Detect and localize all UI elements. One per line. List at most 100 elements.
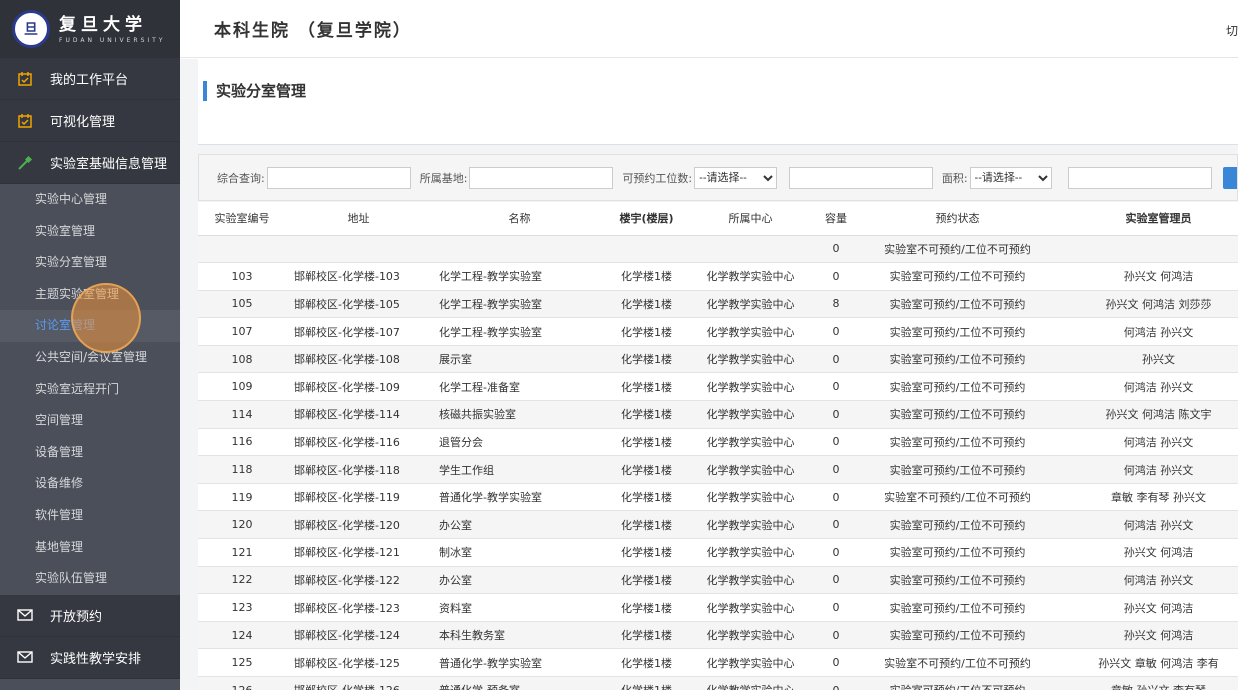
column-header[interactable]: 名称 <box>431 202 608 236</box>
table-row[interactable]: 116 邯郸校区-化学楼-116 退管分会 化学楼1楼 化学教学实验中心 0 实验室可预约/… <box>198 428 1238 457</box>
table-cell: 展示室 <box>431 345 608 374</box>
table-row[interactable]: 0 实验室不可预约/工位不可预约 <box>198 235 1238 264</box>
table-cell: 孙兴文 何鸿洁 刘莎莎 <box>1059 290 1238 319</box>
table-cell: 邯郸校区-化学楼-120 <box>286 510 431 540</box>
base-input[interactable] <box>469 166 614 189</box>
table-cell: 0 <box>816 345 856 374</box>
table-cell <box>685 235 816 264</box>
table-cell: 实验室可预约/工位不可预约 <box>856 290 1059 319</box>
table-row[interactable]: 124 邯郸校区-化学楼-124 本科生教务室 化学楼1楼 化学教学实验中心 0 实验室可预… <box>198 621 1238 650</box>
search-button[interactable] <box>1223 166 1237 189</box>
table-cell: 化学楼1楼 <box>608 483 685 512</box>
table-cell: 孙兴文 何鸿洁 陈文宇 <box>1059 400 1238 429</box>
column-header[interactable]: 楼宇(楼层) <box>608 202 685 236</box>
table-cell: 何鸿洁 孙兴文 <box>1059 455 1238 484</box>
table-row[interactable]: 122 邯郸校区-化学楼-122 办公室 化学楼1楼 化学教学实验中心 0 实验室可预约/工… <box>198 566 1238 595</box>
area-select[interactable]: --请选择-- <box>969 166 1053 189</box>
table-cell: 0 <box>816 676 856 690</box>
sidebar-item-public-space[interactable]: 公共空间/会议室管理 <box>0 342 180 374</box>
table-cell: 化学教学实验中心 <box>685 648 816 677</box>
nav-lab-basic-info[interactable]: 实验室基础信息管理 <box>0 142 180 184</box>
table-cell: 何鸿洁 孙兴文 <box>1059 566 1238 595</box>
table-cell: 普通化学-教学实验室 <box>431 483 608 512</box>
sidebar-item-discussion-room[interactable]: 讨论室管理 <box>0 310 180 342</box>
logo[interactable]: 旦 复旦大学 FUDAN UNIVERSITY <box>0 0 180 58</box>
table-cell: 邯郸校区-化学楼-119 <box>286 483 431 512</box>
table-row[interactable]: 123 邯郸校区-化学楼-123 资料室 化学楼1楼 化学教学实验中心 0 实验室可预约/工… <box>198 593 1238 622</box>
sidebar-item-equipment[interactable]: 设备管理 <box>0 437 180 469</box>
table-row[interactable]: 103 邯郸校区-化学楼-103 化学工程-教学实验室 化学楼1楼 化学教学实验中心 0 实… <box>198 262 1238 291</box>
header-switch-link[interactable]: 切 <box>1226 22 1238 39</box>
table-row[interactable]: 126邯郸校区-化学楼-126普通化学-预备室化学楼1楼化学教学实验中心0实验室… <box>198 676 1238 690</box>
column-header[interactable]: 实验室管理员 <box>1059 202 1238 236</box>
extra-input[interactable] <box>788 166 933 189</box>
nav-open-booking[interactable]: 开放预约 <box>0 594 180 637</box>
sidebar-item-lab[interactable]: 实验室管理 <box>0 216 180 248</box>
table-cell: 8 <box>816 290 856 319</box>
table-cell: 化学教学实验中心 <box>685 317 816 346</box>
table-cell: 123 <box>198 593 286 622</box>
sidebar-item-remote-door[interactable]: 实验室远程开门 <box>0 374 180 406</box>
table-cell: 化学教学实验中心 <box>685 566 816 595</box>
column-header[interactable]: 容量 <box>816 202 856 236</box>
table-cell: 119 <box>198 483 286 512</box>
table-cell: 化学教学实验中心 <box>685 455 816 484</box>
table-cell: 核磁共振实验室 <box>431 400 608 429</box>
sidebar-item-software[interactable]: 软件管理 <box>0 500 180 532</box>
nav-practice-teaching[interactable]: 实践性教学安排 <box>0 636 180 679</box>
table-cell: 化学楼1楼 <box>608 372 685 402</box>
sidebar-item-lab-subroom[interactable]: 实验分室管理 <box>0 247 180 279</box>
extra-input-2[interactable] <box>1068 166 1213 189</box>
table-cell: 化学教学实验中心 <box>685 290 816 319</box>
table-cell: 化学楼1楼 <box>608 400 685 429</box>
table-cell: 118 <box>198 455 286 484</box>
seats-select[interactable]: --请选择-- <box>694 166 777 189</box>
table-cell: 化学楼1楼 <box>608 428 685 457</box>
sidebar-item-space[interactable]: 空间管理 <box>0 405 180 437</box>
table-cell: 0 <box>816 483 856 512</box>
table-cell: 邯郸校区-化学楼-116 <box>286 428 431 457</box>
table-cell: 实验室可预约/工位不可预约 <box>856 510 1059 540</box>
column-header[interactable]: 实验室编号 <box>198 202 286 236</box>
table-cell: 0 <box>816 621 856 650</box>
table-row[interactable]: 125 邯郸校区-化学楼-125 普通化学-教学实验室 化学楼1楼 化学教学实验中心 0 实… <box>198 648 1238 677</box>
table-row[interactable]: 114 邯郸校区-化学楼-114 核磁共振实验室 化学楼1楼 化学教学实验中心 0 实验室可… <box>198 400 1238 429</box>
column-header[interactable]: 所属中心 <box>685 202 816 236</box>
column-header[interactable]: 地址 <box>286 202 431 236</box>
table-row[interactable]: 118 邯郸校区-化学楼-118 学生工作组 化学楼1楼 化学教学实验中心 0 实验室可预约… <box>198 455 1238 484</box>
table-cell: 实验室可预约/工位不可预约 <box>856 455 1059 484</box>
header: 本科生院 （复旦学院） 切 <box>180 0 1238 58</box>
table-row[interactable]: 119 邯郸校区-化学楼-119 普通化学-教学实验室 化学楼1楼 化学教学实验中心 0 实… <box>198 483 1238 512</box>
envelope-icon <box>0 608 50 622</box>
table-row[interactable]: 105 邯郸校区-化学楼-105 化学工程-教学实验室 化学楼1楼 化学教学实验中心 8 实… <box>198 290 1238 319</box>
table-cell: 化学楼1楼 <box>608 455 685 484</box>
logo-en: FUDAN UNIVERSITY <box>59 36 166 44</box>
table-cell: 邯郸校区-化学楼-124 <box>286 621 431 650</box>
table-cell: 实验室不可预约/工位不可预约 <box>856 235 1059 264</box>
table-cell: 化学楼1楼 <box>608 593 685 622</box>
nav-visualization[interactable]: 可视化管理 <box>0 100 180 142</box>
column-header[interactable]: 预约状态 <box>856 202 1059 236</box>
sidebar-item-lab-team[interactable]: 实验队伍管理 <box>0 563 180 595</box>
table-cell: 实验室可预约/工位不可预约 <box>856 345 1059 374</box>
search-input[interactable] <box>266 166 411 189</box>
search-label: 综合查询: <box>217 171 265 185</box>
table-cell: 实验室可预约/工位不可预约 <box>856 372 1059 402</box>
table-row[interactable]: 121 邯郸校区-化学楼-121 制冰室 化学楼1楼 化学教学实验中心 0 实验室可预约/工… <box>198 538 1238 567</box>
table-cell: 0 <box>816 593 856 622</box>
table-row[interactable]: 109 邯郸校区-化学楼-109 化学工程-准备室 化学楼1楼 化学教学实验中心 0 实验室… <box>198 372 1238 402</box>
sidebar-item-base[interactable]: 基地管理 <box>0 532 180 564</box>
table-cell: 0 <box>816 372 856 402</box>
university-seal-icon: 旦 <box>12 10 50 48</box>
table-row[interactable]: 120 邯郸校区-化学楼-120 办公室 化学楼1楼 化学教学实验中心 0 实验室可预约/工… <box>198 510 1238 540</box>
sidebar-item-equipment-repair[interactable]: 设备维修 <box>0 468 180 500</box>
table-row[interactable]: 108 邯郸校区-化学楼-108 展示室 化学楼1楼 化学教学实验中心 0 实验室可预约/工… <box>198 345 1238 374</box>
sidebar-item-lab-center[interactable]: 实验中心管理 <box>0 184 180 216</box>
nav-my-workbench[interactable]: 我的工作平台 <box>0 58 180 100</box>
table-cell: 实验室可预约/工位不可预约 <box>856 676 1059 690</box>
table-cell <box>1059 235 1238 264</box>
table-cell: 109 <box>198 372 286 402</box>
table-row[interactable]: 107 邯郸校区-化学楼-107 化学工程-教学实验室 化学楼1楼 化学教学实验中心 0 实… <box>198 317 1238 346</box>
sidebar-item-theme-lab[interactable]: 主题实验室管理 <box>0 279 180 311</box>
table-cell: 化学工程-教学实验室 <box>431 317 608 346</box>
